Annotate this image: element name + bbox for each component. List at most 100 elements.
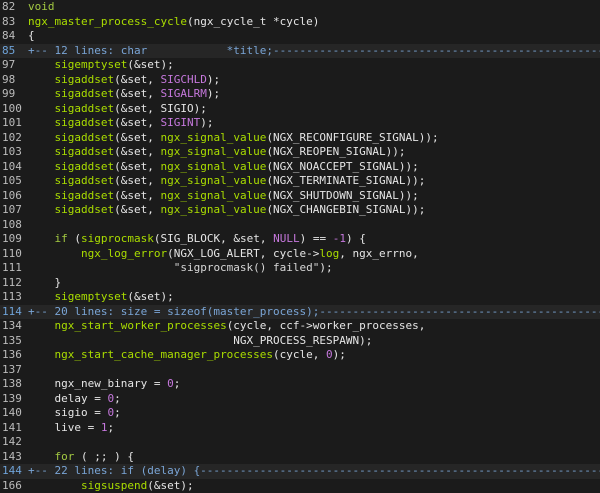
code-token: ngx_signal_value	[160, 188, 267, 202]
line-number: 142	[2, 435, 22, 448]
code-token: (&set,	[114, 203, 161, 216]
code-line[interactable]: 104 sigaddset(&set, ngx_signal_value(NGX…	[0, 160, 600, 175]
code-line[interactable]: 136 ngx_start_cache_manager_processes(cy…	[0, 348, 600, 363]
code-token: ) {	[345, 232, 366, 245]
code-text: sigaddset(&set, ngx_signal_value(NGX_REO…	[28, 145, 600, 160]
code-editor[interactable]: 82 void 83 ngx_master_process_cycle(ngx_cyc…	[0, 0, 600, 493]
fold-summary: +-- 20 lines: size = sizeof(master_proce…	[28, 305, 600, 320]
code-line[interactable]: 97 sigemptyset(&set);	[0, 58, 600, 73]
code-text: sigaddset(&set, ngx_signal_value(NGX_NOA…	[28, 160, 600, 175]
code-line[interactable]: 106 sigaddset(&set, ngx_signal_value(NGX…	[0, 189, 600, 204]
code-text: sigaddset(&set, ngx_signal_value(NGX_CHA…	[28, 203, 600, 218]
code-token: (&set,	[114, 130, 161, 144]
line-number: 85	[2, 43, 16, 57]
line-number: 108	[2, 217, 22, 231]
code-text: sigaddset(&set, ngx_signal_value(NGX_REC…	[28, 131, 600, 146]
folded-code-line[interactable]: 114 +-- 20 lines: size = sizeof(master_pr…	[0, 304, 600, 320]
code-line[interactable]: 110 ngx_log_error(NGX_LOG_ALERT, cycle->…	[0, 247, 600, 262]
code-line[interactable]: 166 sigsuspend(&set);	[0, 479, 600, 493]
code-line[interactable]: 103 sigaddset(&set, ngx_signal_value(NGX…	[0, 145, 600, 160]
code-token: (cycle, ccf->worker_processes,	[226, 319, 426, 332]
code-token: SIGCHLD	[160, 72, 207, 86]
code-token: sigemptyset	[54, 58, 128, 71]
code-line[interactable]: 111 "sigprocmask() failed");	[0, 261, 600, 276]
code-line[interactable]: 141 live = 1;	[0, 421, 600, 436]
code-line[interactable]: 84 {	[0, 29, 600, 44]
code-line[interactable]: 105 sigaddset(&set, ngx_signal_value(NGX…	[0, 174, 600, 189]
code-token: sigaddset	[54, 130, 115, 144]
code-line[interactable]: 109 if (sigprocmask(SIG_BLOCK, &set, NUL…	[0, 232, 600, 247]
code-line[interactable]: 100 sigaddset(&set, SIGIO);	[0, 102, 600, 117]
line-number: 134	[2, 319, 22, 332]
code-token: (&set,	[114, 116, 161, 129]
code-token: (&set,	[114, 188, 161, 202]
code-line[interactable]: 99 sigaddset(&set, SIGALRM);	[0, 87, 600, 102]
line-number: 83	[2, 14, 16, 28]
code-token: );	[319, 261, 333, 274]
code-text: }	[28, 276, 600, 291]
code-line[interactable]: 135 NGX_PROCESS_RESPAWN);	[0, 334, 600, 349]
line-number: 144	[2, 464, 22, 477]
code-token: ngx_signal_value	[160, 174, 267, 187]
line-number: 103	[2, 145, 22, 158]
code-token: );	[200, 116, 214, 129]
code-line[interactable]: 101 sigaddset(&set, SIGINT);	[0, 116, 600, 131]
code-token: sigaddset	[54, 72, 115, 86]
line-number: 102	[2, 130, 22, 144]
line-number: 82	[2, 0, 16, 13]
code-token: (NGX_CHANGEBIN_SIGNAL));	[266, 203, 426, 216]
code-line[interactable]: 113 sigemptyset(&set);	[0, 290, 600, 305]
line-number: 137	[2, 362, 22, 376]
code-token: +-- 20 lines: size = sizeof(master_proce…	[28, 304, 600, 318]
code-text: sigaddset(&set, SIGALRM);	[28, 87, 600, 102]
folded-code-line[interactable]: 85 +-- 12 lines: char *title;------------…	[0, 43, 600, 58]
code-token: {	[28, 29, 35, 42]
line-number: 140	[2, 406, 22, 419]
line-number: 135	[2, 333, 22, 347]
line-number: 100	[2, 101, 22, 115]
code-line[interactable]: 140 sigio = 0;	[0, 406, 600, 421]
code-line[interactable]: 137	[0, 363, 600, 378]
code-token: ngx_new_binary =	[28, 377, 168, 390]
code-text: ngx_new_binary = 0;	[28, 377, 600, 392]
code-line[interactable]: 142	[0, 435, 600, 450]
code-line[interactable]: 83 ngx_master_process_cycle(ngx_cycle_t *…	[0, 15, 600, 30]
code-line[interactable]: 112 }	[0, 276, 600, 291]
code-line[interactable]: 134 ngx_start_worker_processes(cycle, cc…	[0, 319, 600, 334]
code-line[interactable]: 98 sigaddset(&set, SIGCHLD);	[0, 73, 600, 88]
code-line[interactable]: 108	[0, 218, 600, 233]
code-text: NGX_PROCESS_RESPAWN);	[28, 334, 600, 349]
code-line[interactable]: 82 void	[0, 0, 600, 15]
code-token: -1	[332, 232, 346, 245]
code-line[interactable]: 102 sigaddset(&set, ngx_signal_value(NGX…	[0, 131, 600, 146]
code-line[interactable]: 139 delay = 0;	[0, 392, 600, 407]
code-token: (&set);	[127, 58, 174, 71]
code-token: +-- 22 lines: if (delay) {--------------…	[28, 464, 600, 477]
code-text: sigemptyset(&set);	[28, 290, 600, 305]
code-text: for ( ;; ) {	[28, 450, 600, 465]
code-token: , ngx_errno,	[339, 246, 419, 260]
code-line[interactable]: 138 ngx_new_binary = 0;	[0, 377, 600, 392]
code-line[interactable]: 107 sigaddset(&set, ngx_signal_value(NGX…	[0, 203, 600, 218]
code-token: );	[206, 72, 221, 86]
line-number: 109	[2, 232, 22, 245]
code-line[interactable]: 143 for ( ;; ) {	[0, 450, 600, 465]
code-token: ngx_signal_value	[160, 130, 267, 144]
folded-code-line[interactable]: 144 +-- 22 lines: if (delay) {-----------…	[0, 464, 600, 479]
code-token: void	[28, 0, 55, 13]
code-token: sigaddset	[54, 116, 115, 129]
line-number: 136	[2, 348, 22, 361]
code-token: ngx_start_worker_processes	[54, 319, 227, 332]
code-token: (SIG_BLOCK, &set,	[153, 232, 274, 245]
